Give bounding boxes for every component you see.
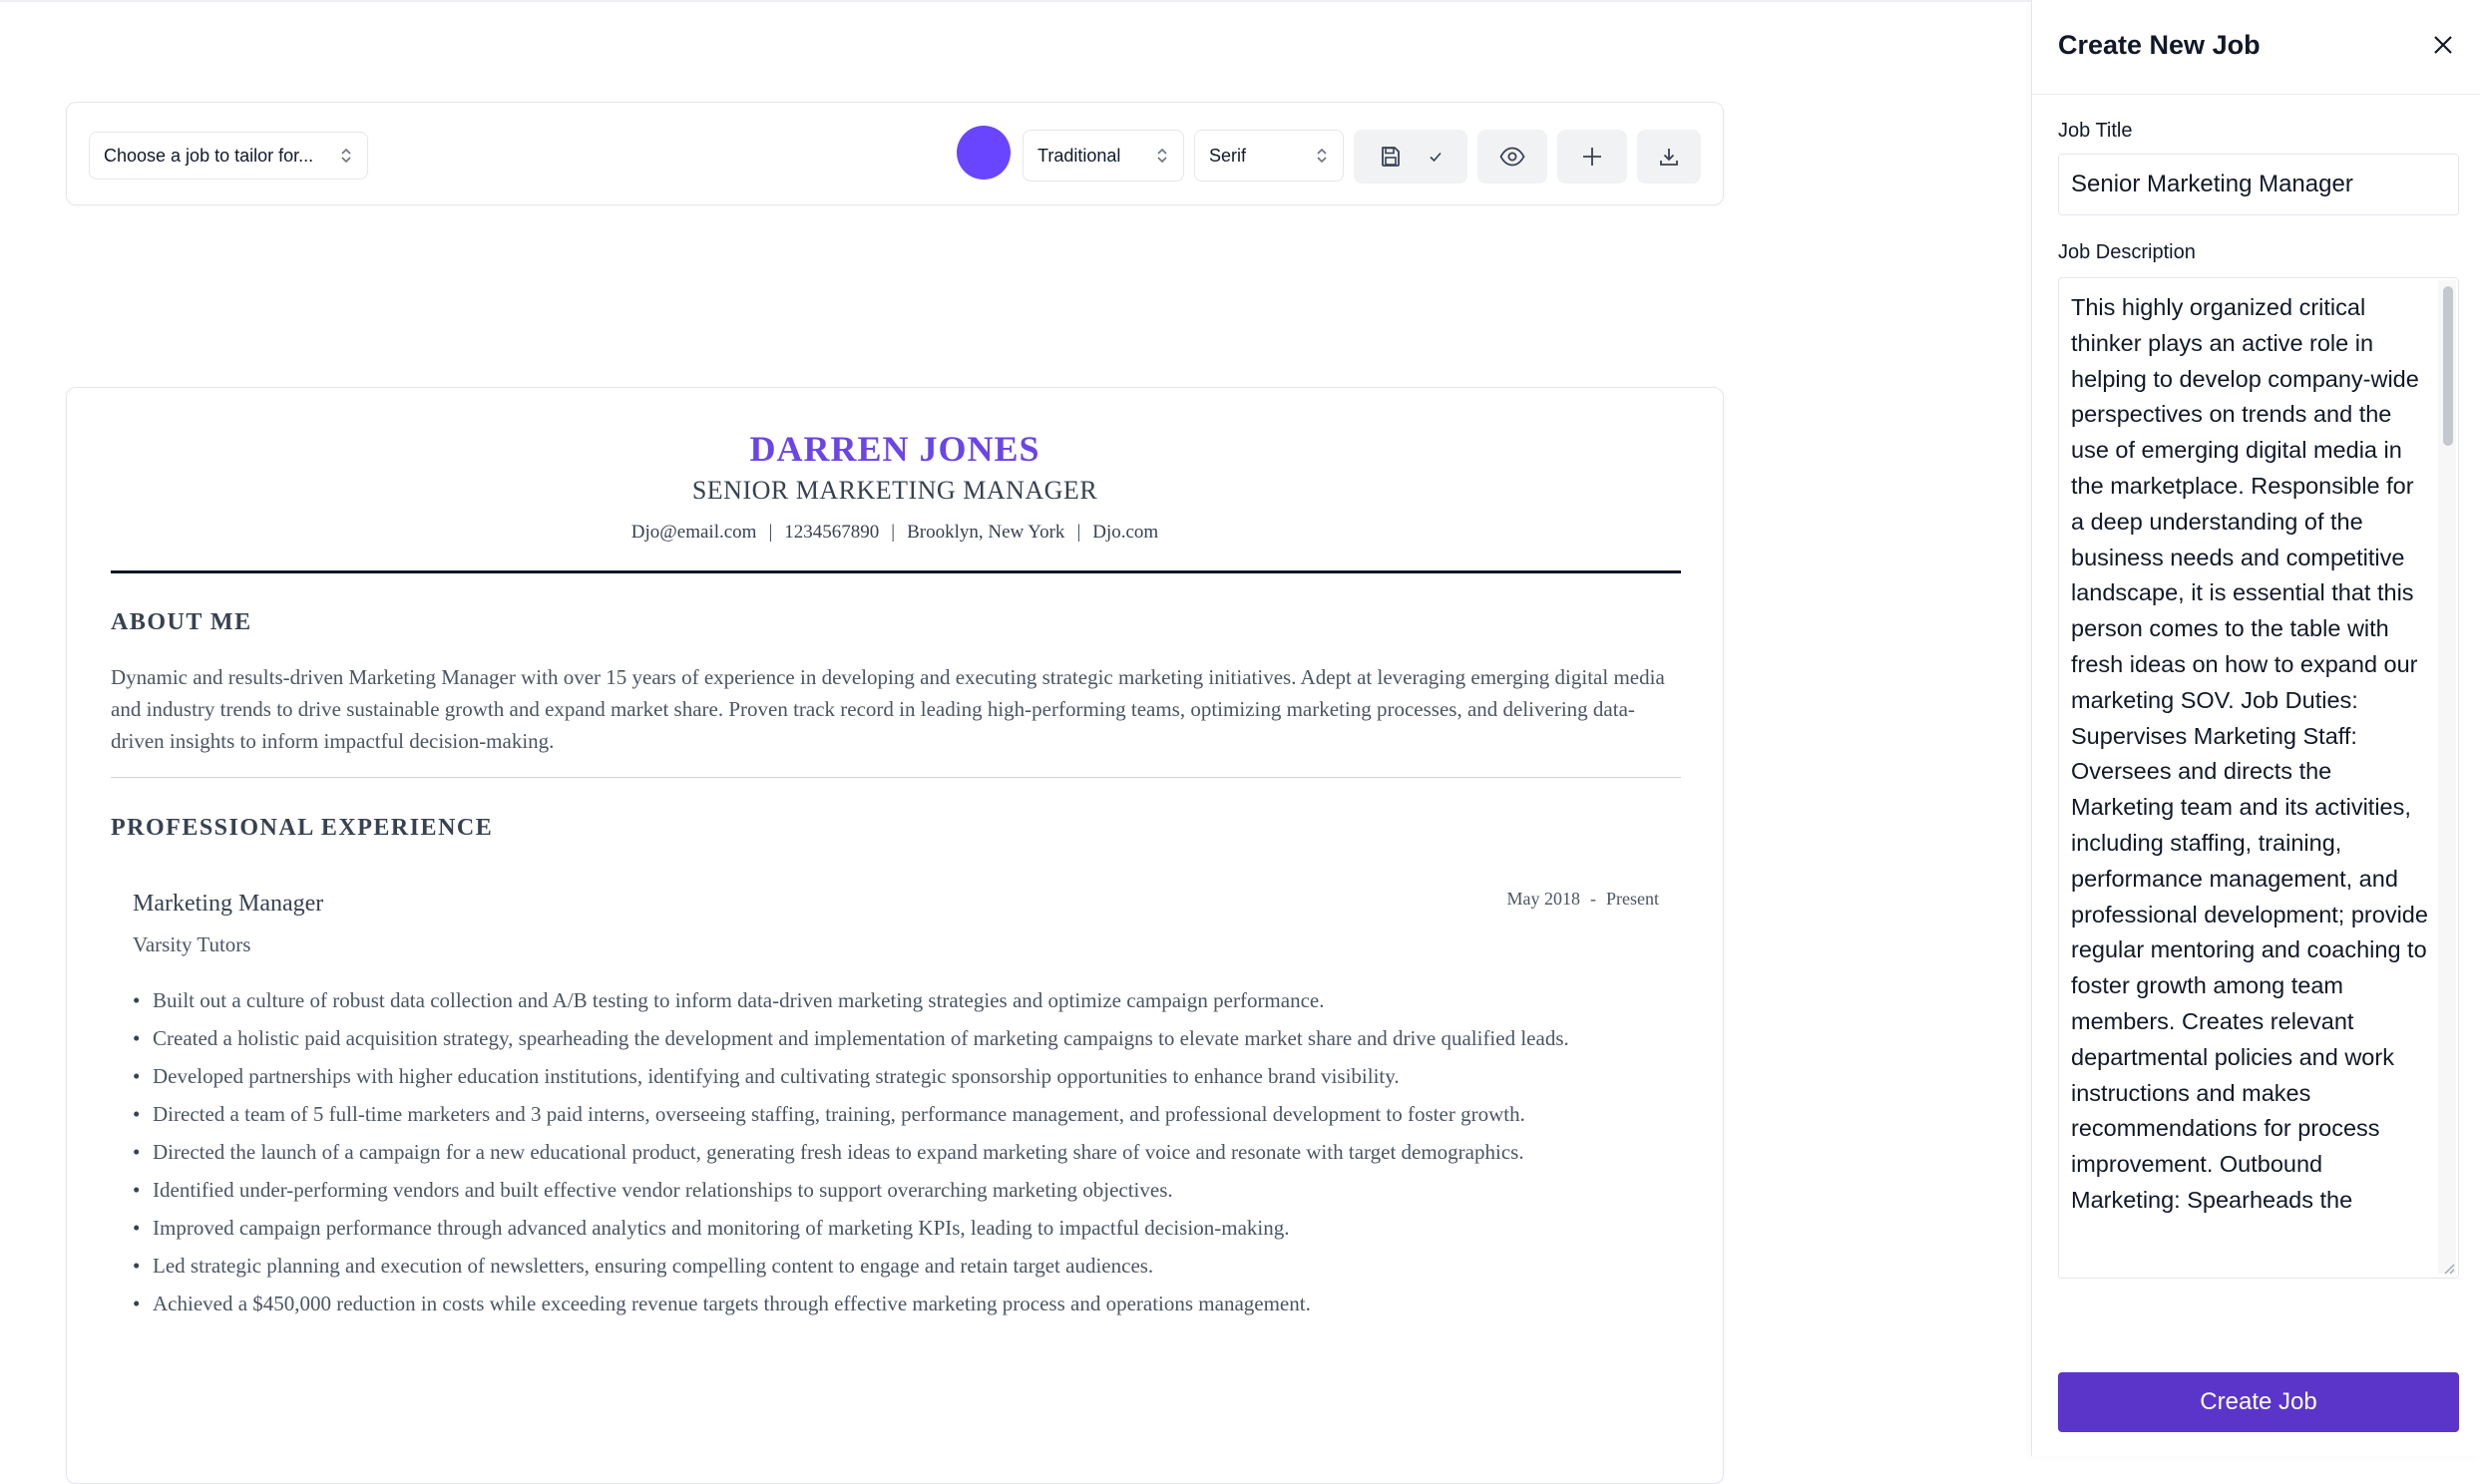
job-dates: May 2018- Present (1506, 889, 1660, 909)
add-section-button[interactable] (1557, 130, 1627, 184)
list-item: Built out a culture of robust data colle… (133, 984, 1649, 1016)
job-select-dropdown[interactable]: Choose a job to tailor for... (89, 132, 368, 180)
resume-preview: DARREN JONES SENIOR MARKETING MANAGER Dj… (66, 387, 1724, 1484)
panel-title: Create New Job (2058, 30, 2261, 60)
close-icon (2432, 34, 2454, 61)
job-title-input[interactable]: Senior Marketing Manager (2058, 154, 2459, 215)
job-select-value: Choose a job to tailor for... (104, 145, 314, 166)
list-item: Achieved a $450,000 reduction in costs w… (133, 1288, 1649, 1319)
chevron-updown-icon (1315, 146, 1329, 166)
header-divider (111, 570, 1681, 573)
about-text: Dynamic and results-driven Marketing Man… (111, 665, 1665, 753)
job-title: Marketing Manager (133, 891, 324, 917)
template-select-dropdown[interactable]: Traditional (1023, 130, 1184, 182)
font-select-dropdown[interactable]: Serif (1194, 130, 1344, 182)
template-select-value: Traditional (1037, 145, 1121, 166)
close-button[interactable] (2430, 34, 2456, 60)
list-item: Directed a team of 5 full-time marketers… (133, 1098, 1649, 1130)
list-item: Identified under-performing vendors and … (133, 1174, 1649, 1206)
job-end-date: Present (1606, 889, 1659, 909)
job-title-label: Job Title (2058, 120, 2133, 142)
list-item: Directed the launch of a campaign for a … (133, 1136, 1649, 1168)
list-item: Developed partnerships with higher educa… (133, 1060, 1649, 1092)
contact-email: Djo@email.com (630, 522, 757, 543)
job-company: Varsity Tutors (133, 932, 251, 956)
check-icon (1429, 150, 1443, 164)
chevron-updown-icon (1155, 146, 1169, 166)
job-description-textarea[interactable]: This highly organized critical thinker p… (2058, 277, 2459, 1279)
plus-icon (1581, 146, 1603, 168)
contact-location: Brooklyn, New York (907, 522, 1065, 543)
preview-button[interactable] (1477, 130, 1547, 184)
experience-heading: PROFESSIONAL EXPERIENCE (111, 815, 494, 841)
save-icon (1379, 145, 1403, 169)
resume-role: SENIOR MARKETING MANAGER (691, 476, 1098, 505)
contact-phone: 1234567890 (784, 522, 880, 543)
resume-contact: Djo@email.com | 1234567890 | Brooklyn, New Y… (630, 522, 1159, 543)
top-divider (0, 0, 2035, 2)
section-divider (111, 777, 1681, 778)
job-bullets: Built out a culture of robust data colle… (133, 984, 1649, 1325)
job-description-text: This highly organized critical thinker p… (2071, 294, 2428, 1213)
panel-header: Create New Job (2032, 0, 2480, 95)
list-item: Improved campaign performance through ad… (133, 1212, 1649, 1244)
create-job-panel: Create New Job Job Title Senior Marketin… (2031, 0, 2480, 1456)
job-description-label: Job Description (2058, 241, 2196, 263)
download-button[interactable] (1637, 130, 1701, 184)
textarea-scrollbar[interactable] (2438, 280, 2456, 1274)
font-select-value: Serif (1209, 145, 1247, 166)
accent-color-picker[interactable] (957, 126, 1011, 180)
about-heading: ABOUT ME (111, 609, 252, 635)
resize-handle-icon[interactable] (2441, 1261, 2455, 1275)
resume-name: DARREN JONES (749, 429, 1040, 469)
job-start-date: May 2018 (1506, 889, 1581, 909)
list-item: Created a holistic paid acquisition stra… (133, 1022, 1649, 1054)
list-item: Led strategic planning and execution of … (133, 1250, 1649, 1282)
download-icon (1658, 146, 1680, 168)
chevron-updown-icon (339, 146, 353, 166)
contact-website: Djo.com (1092, 522, 1159, 543)
eye-icon (1499, 147, 1525, 167)
create-job-button[interactable]: Create Job (2058, 1372, 2459, 1432)
editor-toolbar: Choose a job to tailor for... Traditiona… (66, 102, 1724, 205)
scrollbar-thumb[interactable] (2443, 286, 2453, 446)
save-button[interactable] (1354, 130, 1467, 184)
